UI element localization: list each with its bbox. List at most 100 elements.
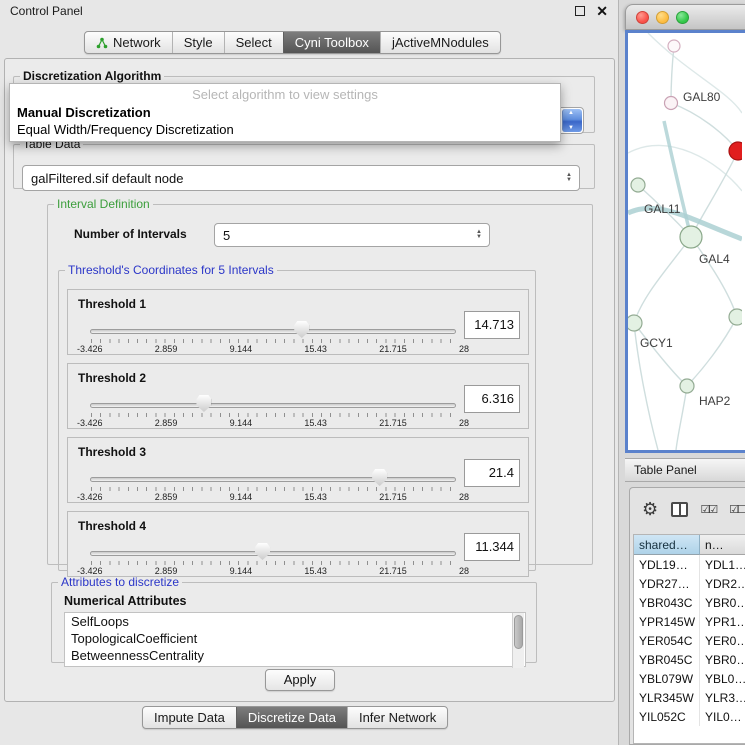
slider-thumb[interactable]	[196, 395, 211, 412]
cell-shared-name[interactable]: YBR045C	[634, 650, 700, 669]
slider-thumb[interactable]	[372, 469, 387, 486]
column-header-name[interactable]: n…	[700, 535, 745, 555]
cell-shared-name[interactable]: YER054C	[634, 631, 700, 650]
threshold-2-value-field[interactable]: 6.316	[464, 385, 520, 413]
cell-name[interactable]: YPR1…	[700, 612, 745, 631]
tab-impute-data[interactable]: Impute Data	[143, 707, 236, 728]
attribute-list-item[interactable]: TopologicalCoefficient	[65, 630, 525, 647]
attribute-list-item[interactable]: BetweennessCentrality	[65, 647, 525, 664]
list-scrollbar[interactable]	[512, 613, 524, 668]
slider-track[interactable]	[90, 403, 456, 408]
tick-label: 2.859	[155, 344, 178, 354]
tab-jactivemnodules[interactable]: jActiveMNodules	[380, 32, 500, 53]
threshold-4-value-field[interactable]: 11.344	[464, 533, 520, 561]
slider-track[interactable]	[90, 477, 456, 482]
tab-style[interactable]: Style	[172, 32, 224, 53]
cell-shared-name[interactable]: YBR043C	[634, 593, 700, 612]
cell-name[interactable]: YLR3…	[700, 688, 745, 707]
threshold-3-slider[interactable]: -3.4262.8599.14415.4321.71528	[90, 468, 456, 502]
tab-network[interactable]: Network	[85, 32, 172, 53]
network-node[interactable]	[668, 40, 680, 52]
table-row[interactable]: YLR345W YLR3…	[634, 688, 745, 707]
column-header-shared-name[interactable]: shared…	[634, 535, 700, 555]
threshold-1-value-field[interactable]: 14.713	[464, 311, 520, 339]
attribute-list-item[interactable]: SelfLoops	[65, 613, 525, 630]
close-icon[interactable]: ✕	[596, 4, 608, 18]
table-row[interactable]: YBR043C YBR0…	[634, 593, 745, 612]
network-node[interactable]	[729, 309, 742, 325]
cell-shared-name[interactable]: YDL19…	[634, 555, 700, 574]
table-row[interactable]: YDL19… YDL1…	[634, 555, 745, 574]
cell-shared-name[interactable]: YPR145W	[634, 612, 700, 631]
threshold-4-slider[interactable]: -3.4262.8599.14415.4321.71528	[90, 542, 456, 576]
threshold-2-slider[interactable]: -3.4262.8599.14415.4321.71528	[90, 394, 456, 428]
tick-label: 15.43	[304, 418, 327, 428]
algorithm-dropdown-popup: Select algorithm to view settings Manual…	[9, 83, 561, 142]
table-panel-window: ⚙ ☑☑ ☑☐ shared… n… YDL19… YDL1… YDR27… Y…	[629, 487, 745, 745]
table-row[interactable]: YBR045C YBR0…	[634, 650, 745, 669]
network-icon	[96, 37, 108, 49]
tab-cyni-toolbox[interactable]: Cyni Toolbox	[283, 32, 380, 53]
number-of-intervals-select[interactable]: 5 ▲▼	[214, 223, 490, 247]
table-row[interactable]: YDR27… YDR2…	[634, 574, 745, 593]
scrollbar-thumb[interactable]	[514, 615, 523, 649]
slider-track[interactable]	[90, 329, 456, 334]
table-header-row: shared… n…	[634, 535, 745, 555]
tab-select[interactable]: Select	[224, 32, 283, 53]
network-node[interactable]	[631, 178, 645, 192]
cell-shared-name[interactable]: YDR27…	[634, 574, 700, 593]
mac-minimize-button[interactable]	[656, 11, 669, 24]
cell-name[interactable]: YBR0…	[700, 650, 745, 669]
threshold-1-slider[interactable]: -3.4262.8599.14415.4321.71528	[90, 320, 456, 354]
cell-name[interactable]: YBR0…	[700, 593, 745, 612]
table-row[interactable]: YIL052C YIL0…	[634, 707, 745, 726]
dropdown-option-equal-width-frequency[interactable]: Equal Width/Frequency Discretization	[10, 121, 560, 138]
network-node[interactable]	[628, 315, 642, 331]
slider-thumb[interactable]	[294, 321, 309, 338]
select-all-icon[interactable]: ☑☑	[701, 503, 717, 516]
network-canvas[interactable]: GAL80 GAL11 GAL4 GCY1 HAP2	[625, 30, 745, 453]
table-data-select[interactable]: galFiltered.sif default node ▲▼	[22, 165, 580, 191]
cell-shared-name[interactable]: YIL052C	[634, 707, 700, 726]
slider-tick-labels: -3.4262.8599.14415.4321.71528	[77, 344, 469, 354]
network-node-selected[interactable]	[729, 142, 742, 160]
cell-name[interactable]: YIL0…	[700, 707, 745, 726]
float-window-icon[interactable]	[575, 6, 585, 16]
cell-shared-name[interactable]: YLR345W	[634, 688, 700, 707]
threshold-3-label: Threshold 3	[78, 445, 146, 459]
tick-label: -3.426	[77, 492, 103, 502]
cyni-toolbox-panel: Discretization Algorithm Select algorith…	[4, 58, 615, 702]
gear-icon[interactable]: ⚙	[642, 500, 658, 518]
threshold-4-group: Threshold 4 -3.4262.8599.14415.4321.7152…	[67, 511, 529, 577]
apply-button[interactable]: Apply	[265, 669, 335, 691]
table-row[interactable]: YBL079W YBL0…	[634, 669, 745, 688]
slider-thumb[interactable]	[255, 543, 270, 560]
numerical-attributes-list[interactable]: SelfLoopsTopologicalCoefficientBetweenne…	[64, 612, 526, 667]
tick-label: 28	[459, 492, 469, 502]
cell-name[interactable]: YER0…	[700, 631, 745, 650]
cell-shared-name[interactable]: YBL079W	[634, 669, 700, 688]
network-node[interactable]	[680, 379, 694, 393]
threshold-3-value-field[interactable]: 21.4	[464, 459, 520, 487]
cell-name[interactable]: YDR2…	[700, 574, 745, 593]
table-row[interactable]: YPR145W YPR1…	[634, 612, 745, 631]
tick-label: -3.426	[77, 418, 103, 428]
interval-definition-group: Interval Definition Number of Intervals …	[47, 197, 593, 565]
mac-zoom-button[interactable]	[676, 11, 689, 24]
tick-label: 15.43	[304, 344, 327, 354]
network-node[interactable]	[665, 97, 678, 110]
tab-infer-network[interactable]: Infer Network	[347, 707, 447, 728]
cell-name[interactable]: YBL0…	[700, 669, 745, 688]
attributes-to-discretize-label: Attributes to discretize	[58, 575, 182, 589]
column-options-icon[interactable]	[671, 502, 687, 517]
tab-discretize-data[interactable]: Discretize Data	[236, 707, 347, 728]
dropdown-option-manual-discretization[interactable]: Manual Discretization	[10, 104, 560, 121]
deselect-icon[interactable]: ☑☐	[729, 503, 745, 516]
network-node[interactable]	[680, 226, 702, 248]
mac-close-button[interactable]	[636, 11, 649, 24]
table-row[interactable]: YER054C YER0…	[634, 631, 745, 650]
cell-name[interactable]: YDL1…	[700, 555, 745, 574]
combo-stepper-icon: ▲▼	[564, 166, 574, 190]
slider-track[interactable]	[90, 551, 456, 556]
table-toolbar: ⚙ ☑☑ ☑☐	[630, 488, 745, 530]
